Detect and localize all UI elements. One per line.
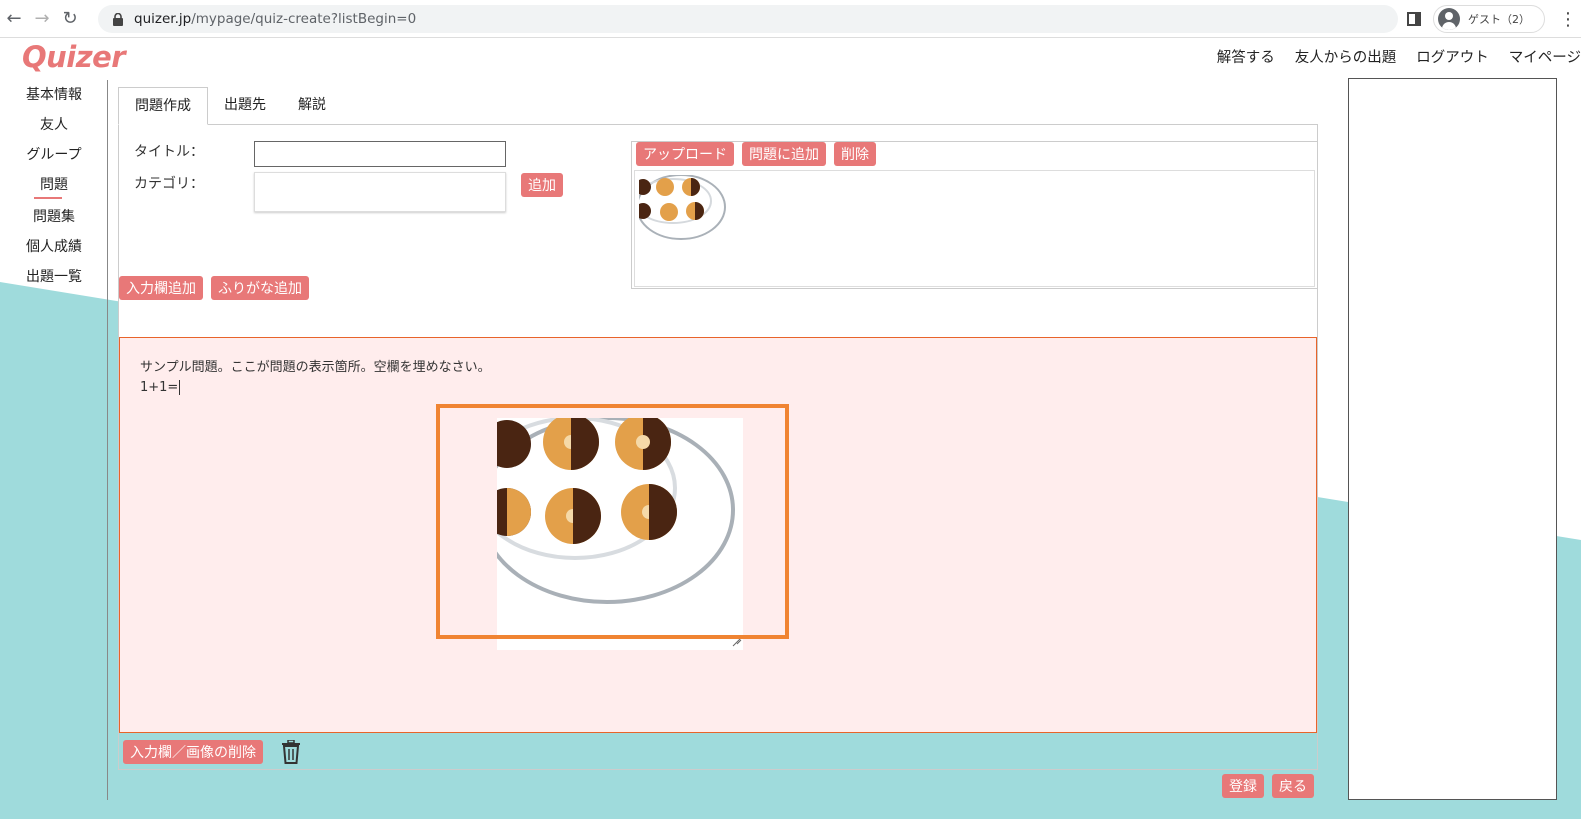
question-line-1: サンプル問題。ここが問題の表示箇所。空欄を埋めなさい。	[140, 360, 491, 375]
nav-logout[interactable]: ログアウト	[1416, 46, 1489, 67]
nav-mypage[interactable]: マイページ	[1509, 46, 1581, 67]
tab-create-question[interactable]: 問題作成	[118, 87, 208, 125]
sidebar-item-basic-info[interactable]: 基本情報	[0, 80, 108, 110]
avatar-icon	[1438, 8, 1460, 30]
sidebar: 基本情報 友人 グループ 問題 問題集 個人成績 出題一覧	[0, 80, 108, 292]
image-selection-frame	[436, 404, 789, 639]
back-button[interactable]: 戻る	[1272, 774, 1314, 798]
question-line-2: 1+1=	[140, 380, 181, 395]
top-nav: 解答する 友人からの出題 ログアウト マイページ	[1217, 46, 1581, 67]
reload-icon[interactable]: ↻	[56, 5, 84, 33]
sidebar-item-questions[interactable]: 問題	[0, 170, 108, 200]
add-to-question-button[interactable]: 問題に追加	[742, 142, 826, 166]
url-path: /mypage/quiz-create?listBegin=0	[191, 11, 417, 27]
delete-image-button[interactable]: 削除	[834, 142, 876, 166]
upload-button[interactable]: アップロード	[636, 142, 734, 166]
nav-from-friends[interactable]: 友人からの出題	[1295, 46, 1397, 67]
profile-label: ゲスト（2）	[1468, 13, 1530, 26]
profile-button[interactable]: ゲスト（2）	[1433, 5, 1545, 33]
right-panel	[1348, 78, 1557, 800]
sidebar-item-question-sets[interactable]: 問題集	[0, 202, 108, 232]
sidebar-item-group[interactable]: グループ	[0, 140, 108, 170]
delete-field-image-button[interactable]: 入力欄／画像の削除	[123, 740, 263, 764]
address-bar[interactable]: quizer.jp/mypage/quiz-create?listBegin=0	[98, 5, 1398, 33]
tab-explanation[interactable]: 解説	[282, 87, 342, 125]
donut-thumbnail[interactable]	[639, 175, 729, 247]
site-logo[interactable]: Quizer	[22, 40, 126, 74]
form-footer: 登録 戻る	[1222, 774, 1314, 798]
register-button[interactable]: 登録	[1222, 774, 1264, 798]
question-editor[interactable]: サンプル問題。ここが問題の表示箇所。空欄を埋めなさい。 1+1=	[119, 337, 1317, 733]
lock-icon	[113, 12, 123, 26]
browser-toolbar: ← → ↻ quizer.jp/mypage/quiz-create?listB…	[0, 0, 1581, 38]
add-furigana-button[interactable]: ふりがな追加	[211, 276, 309, 300]
tab-destination[interactable]: 出題先	[208, 87, 282, 125]
trash-icon[interactable]	[281, 740, 301, 764]
forward-icon[interactable]: →	[28, 5, 56, 33]
sidebar-item-personal-results[interactable]: 個人成績	[0, 232, 108, 262]
url-host: quizer.jp	[134, 11, 192, 27]
add-input-field-button[interactable]: 入力欄追加	[119, 276, 203, 300]
menu-kebab-icon[interactable]: ⋮	[1559, 9, 1577, 30]
category-label: カテゴリ：	[134, 176, 204, 192]
image-list	[634, 170, 1315, 287]
sidebar-divider	[107, 80, 108, 800]
add-category-button[interactable]: 追加	[521, 173, 563, 197]
back-icon[interactable]: ←	[0, 5, 28, 33]
category-field[interactable]	[254, 172, 506, 212]
tab-bar: 問題作成 出題先 解説	[118, 87, 342, 125]
editor-actions: 入力欄／画像の削除	[123, 740, 301, 764]
sidebar-item-question-list[interactable]: 出題一覧	[0, 262, 108, 292]
side-panel-icon[interactable]	[1407, 12, 1421, 26]
title-input[interactable]	[254, 141, 506, 167]
sidebar-item-friends[interactable]: 友人	[0, 110, 108, 140]
title-label: タイトル：	[134, 144, 204, 160]
image-panel: アップロード 問題に追加 削除	[631, 141, 1318, 289]
question-text[interactable]: サンプル問題。ここが問題の表示箇所。空欄を埋めなさい。 1+1=	[140, 358, 491, 398]
nav-answer[interactable]: 解答する	[1217, 46, 1275, 67]
